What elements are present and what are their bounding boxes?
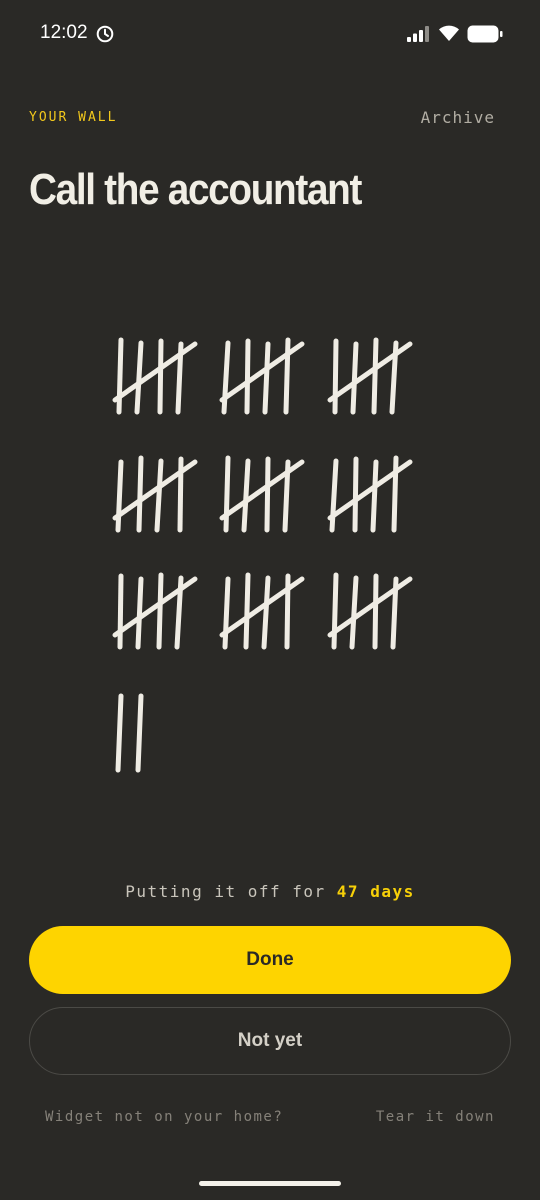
tally-stroke	[135, 576, 144, 650]
tally-stroke	[154, 458, 164, 533]
tally-cross-stroke	[327, 576, 413, 638]
tally-stroke	[223, 455, 231, 533]
tally-stroke	[157, 338, 164, 415]
done-button[interactable]: Done	[29, 926, 511, 994]
tally-stroke	[350, 341, 359, 415]
tally-cross-stroke	[219, 341, 305, 403]
counter-days: 47 days	[336, 882, 415, 901]
tally-cross-stroke	[219, 459, 305, 521]
status-time: 12:02	[40, 22, 88, 43]
tear-down-link[interactable]: Tear it down	[376, 1109, 495, 1125]
tally-stroke	[262, 341, 271, 415]
tally-cross-stroke	[112, 576, 198, 638]
tally-stroke	[136, 455, 144, 533]
tally-cross-stroke	[112, 341, 198, 403]
tally-stroke	[135, 693, 144, 773]
tally-stroke	[264, 456, 271, 533]
tally-stroke	[221, 340, 231, 415]
alarm-clock-icon	[96, 25, 114, 47]
tally-stroke	[349, 575, 359, 650]
tally-stroke	[352, 456, 359, 533]
tally-stroke	[156, 572, 164, 650]
wifi-icon	[438, 24, 460, 46]
tally-wall	[100, 330, 440, 790]
tally-stroke	[329, 458, 339, 533]
tally-stroke	[372, 573, 379, 650]
tally-stroke	[283, 337, 291, 415]
tally-stroke	[115, 693, 124, 773]
task-title: Call the accountant	[29, 165, 362, 214]
tally-stroke	[134, 340, 144, 415]
tally-stroke	[115, 459, 124, 533]
tally-stroke	[261, 575, 271, 650]
tally-stroke	[117, 573, 124, 650]
counter-prefix: Putting it off for	[125, 882, 326, 901]
tally-stroke	[241, 458, 251, 533]
tally-stroke	[371, 337, 379, 415]
tally-stroke	[222, 576, 231, 650]
home-indicator[interactable]	[199, 1181, 341, 1186]
tally-cross-stroke	[327, 341, 413, 403]
tally-stroke	[244, 338, 251, 415]
tally-stroke	[332, 338, 339, 415]
tally-stroke	[391, 455, 399, 533]
cellular-signal-icon	[407, 26, 431, 46]
tally-stroke	[243, 572, 251, 650]
battery-icon	[467, 25, 503, 47]
status-bar: 12:02	[0, 0, 540, 70]
archive-link[interactable]: Archive	[421, 108, 495, 127]
tally-cross-stroke	[327, 459, 413, 521]
tally-stroke	[331, 572, 339, 650]
widget-help-link[interactable]: Widget not on your home?	[45, 1109, 283, 1125]
section-label: YOUR WALL	[29, 110, 118, 125]
tally-stroke	[116, 337, 124, 415]
not-yet-button[interactable]: Not yet	[29, 1007, 511, 1075]
procrastination-counter: Putting it off for 47 days	[0, 882, 540, 901]
tally-stroke	[370, 459, 379, 533]
